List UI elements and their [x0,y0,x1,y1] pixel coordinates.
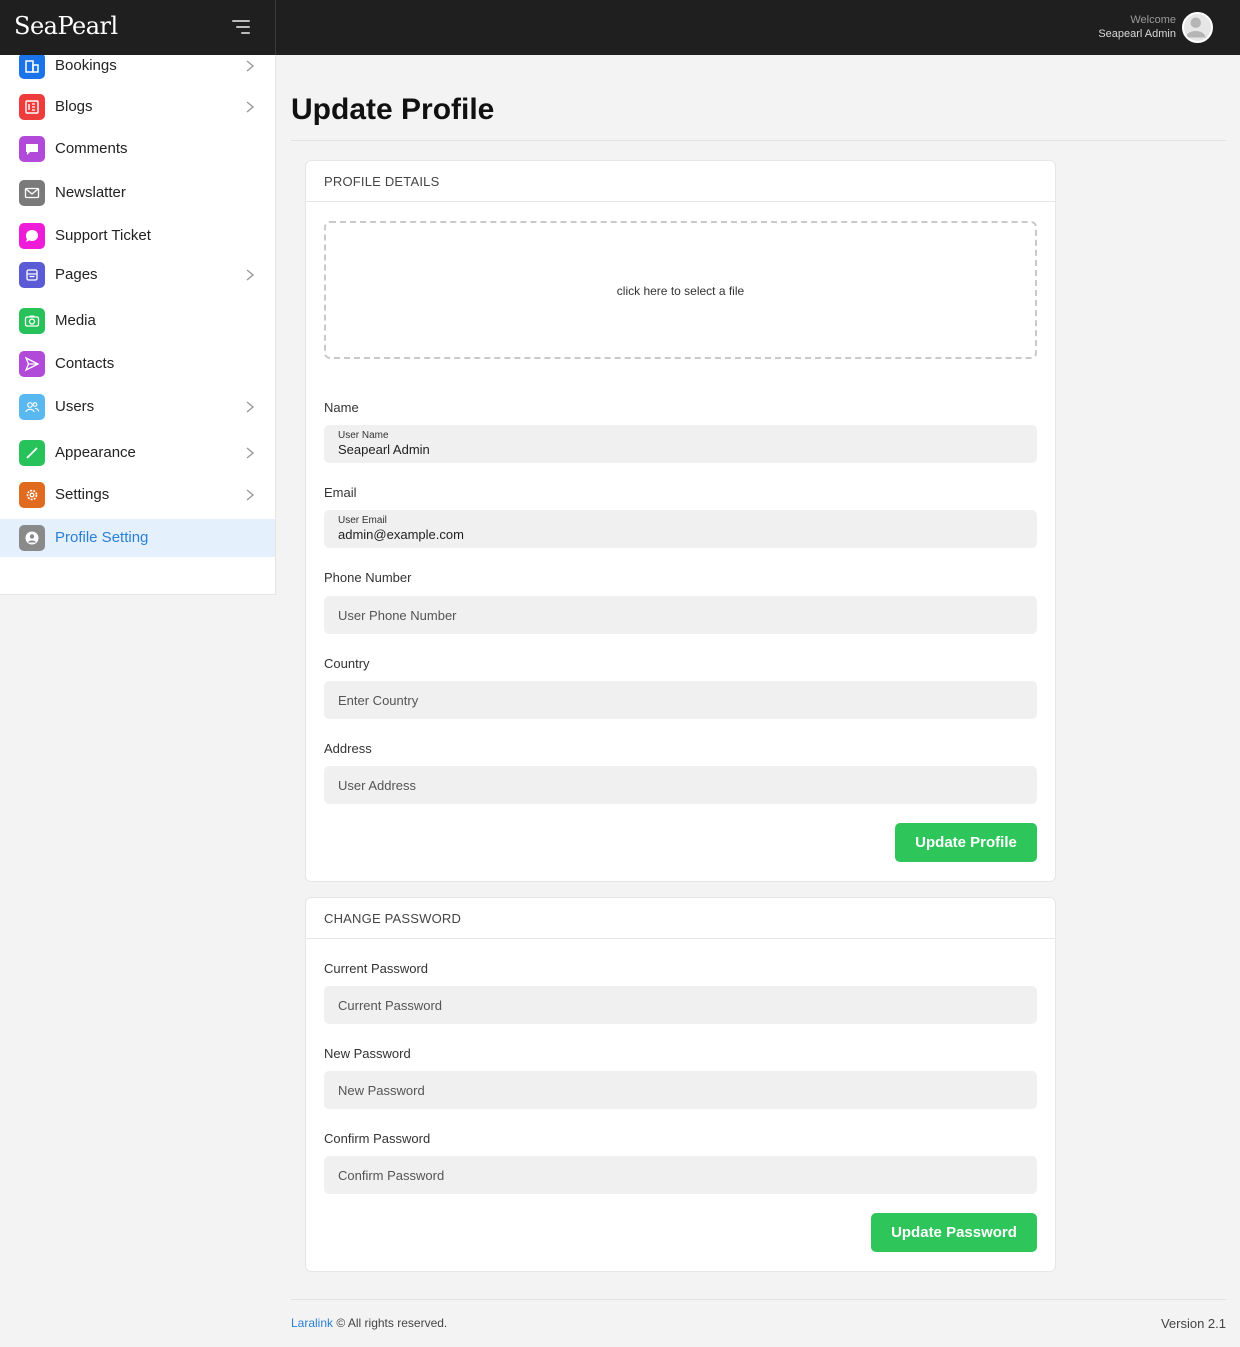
sidebar-item-pages[interactable]: Pages [0,256,275,294]
footer-copyright: Laralink © All rights reserved. [291,1316,447,1330]
chevron-right-icon [246,447,255,459]
top-navbar: SeaPearl Welcome Seapearl Admin [0,0,1240,55]
comment-icon [19,136,45,162]
address-label: Address [324,741,372,756]
chevron-right-icon [246,101,255,113]
sidebar-item-support-ticket[interactable]: Support Ticket [0,217,275,255]
sidebar-item-label: Blogs [55,98,93,115]
sidebar: Bookings Blogs Comments Newslatter Suppo… [0,55,276,595]
country-label: Country [324,656,370,671]
sidebar-item-label: Support Ticket [55,227,151,244]
sidebar-item-label: Appearance [55,444,136,461]
email-label: Email [324,485,357,500]
avatar[interactable] [1182,12,1213,43]
page-title: Update Profile [291,93,495,126]
send-icon [19,351,45,377]
divider [291,140,1226,141]
name-label: Name [324,400,359,415]
name-field[interactable]: User Name Seapearl Admin [324,425,1037,463]
change-password-card: CHANGE PASSWORD Current Password Current… [305,897,1056,1272]
pages-icon [19,262,45,288]
sidebar-item-label: Users [55,398,95,415]
menu-toggle-icon[interactable] [232,20,250,34]
user-circle-icon [19,525,45,551]
sidebar-item-media[interactable]: Media [0,302,275,340]
card-header: PROFILE DETAILS [306,161,1055,202]
chat-bubble-icon [19,223,45,249]
sidebar-item-users[interactable]: Users [0,388,275,426]
field-value: Seapearl Admin [338,442,430,457]
sidebar-item-label: Pages [55,266,98,283]
sidebar-item-bookings[interactable]: Bookings [0,55,275,85]
sidebar-item-label: Profile Setting [55,529,149,546]
card-title: CHANGE PASSWORD [324,911,462,926]
floating-label: User Name [338,430,389,441]
email-field[interactable]: User Email admin@example.com [324,510,1037,548]
card-header: CHANGE PASSWORD [306,898,1055,939]
file-dropzone[interactable]: click here to select a file [324,221,1037,359]
update-profile-button[interactable]: Update Profile [895,823,1037,862]
camera-icon [19,308,45,334]
field-placeholder: Current Password [338,998,443,1013]
user-greeting[interactable]: Welcome Seapearl Admin [1098,13,1176,42]
brush-icon [19,440,45,466]
field-placeholder: User Address [338,778,417,793]
phone-field[interactable]: User Phone Number [324,596,1037,634]
field-placeholder: User Phone Number [338,608,457,623]
dropzone-text: click here to select a file [616,284,745,298]
mail-icon [19,180,45,206]
sidebar-item-profile-setting[interactable]: Profile Setting [0,519,275,557]
field-placeholder: Enter Country [338,693,419,708]
sidebar-item-label: Newslatter [55,184,126,201]
users-icon [19,394,45,420]
address-field[interactable]: User Address [324,766,1037,804]
chevron-right-icon [246,401,255,413]
current-password-field[interactable]: Current Password [324,986,1037,1024]
bookings-icon [19,55,45,79]
sidebar-item-label: Contacts [55,355,115,372]
sidebar-item-settings[interactable]: Settings [0,476,275,514]
divider [291,1299,1226,1300]
new-password-label: New Password [324,1046,411,1061]
phone-label: Phone Number [324,570,412,585]
chevron-right-icon [246,60,255,72]
country-field[interactable]: Enter Country [324,681,1037,719]
update-password-button[interactable]: Update Password [871,1213,1037,1252]
version-label: Version 2.1 [1160,1316,1226,1331]
welcome-label: Welcome [1130,14,1176,26]
field-placeholder: New Password [338,1083,425,1098]
sidebar-item-newslatter[interactable]: Newslatter [0,174,275,212]
brand-area: SeaPearl [0,0,276,55]
field-value: admin@example.com [338,527,464,542]
confirm-password-field[interactable]: Confirm Password [324,1156,1037,1194]
card-title: PROFILE DETAILS [324,174,440,189]
sidebar-item-blogs[interactable]: Blogs [0,88,275,126]
app-logo[interactable]: SeaPearl [14,12,118,40]
gear-icon [19,482,45,508]
sidebar-item-contacts[interactable]: Contacts [0,345,275,383]
current-password-label: Current Password [324,961,429,976]
sidebar-item-appearance[interactable]: Appearance [0,434,275,472]
new-password-field[interactable]: New Password [324,1071,1037,1109]
footer-link[interactable]: Laralink [291,1316,333,1330]
sidebar-item-label: Media [55,312,96,329]
footer-rights: © All rights reserved. [333,1316,448,1330]
sidebar-item-label: Settings [55,486,110,503]
floating-label: User Email [338,515,387,526]
sidebar-item-label: Comments [55,140,128,157]
field-placeholder: Confirm Password [338,1168,445,1183]
user-name: Seapearl Admin [1098,28,1176,40]
confirm-password-label: Confirm Password [324,1131,431,1146]
blog-icon [19,94,45,120]
chevron-right-icon [246,269,255,281]
sidebar-item-comments[interactable]: Comments [0,130,275,168]
profile-details-card: PROFILE DETAILS click here to select a f… [305,160,1056,882]
chevron-right-icon [246,489,255,501]
sidebar-item-label: Bookings [55,57,117,74]
